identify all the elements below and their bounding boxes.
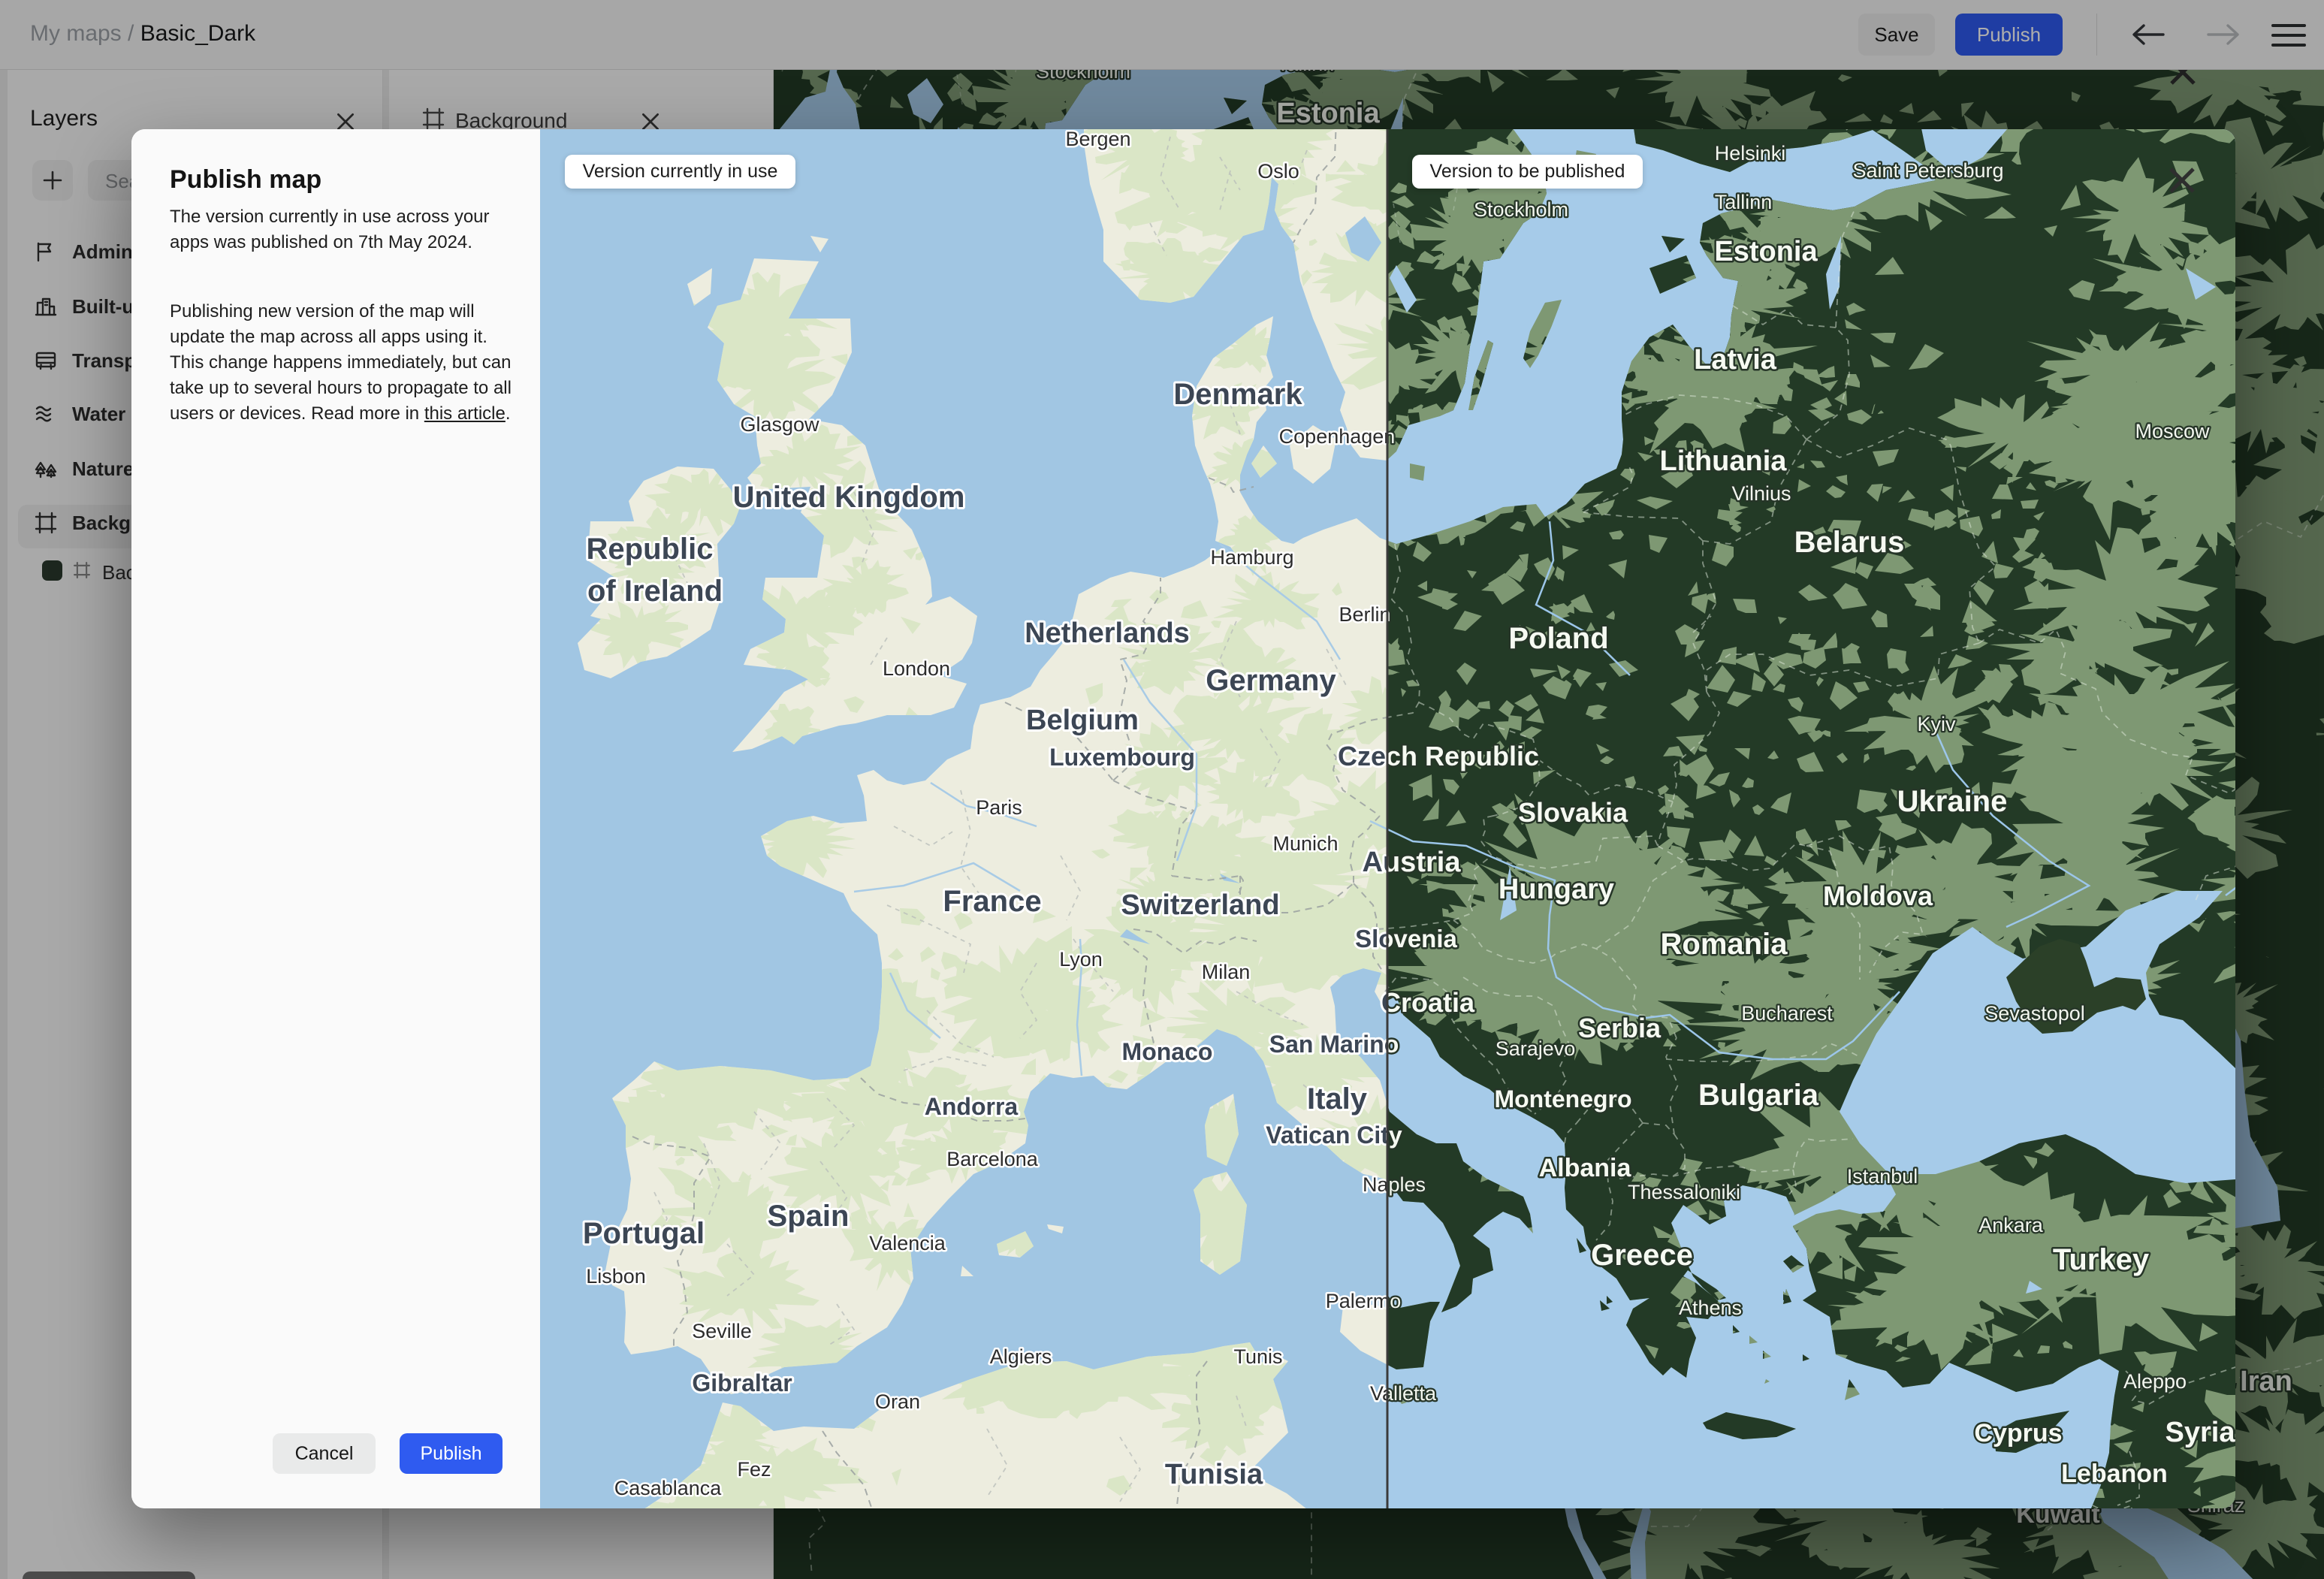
svg-text:Cyprus: Cyprus — [1974, 1419, 2062, 1448]
svg-text:Hamburg: Hamburg — [1210, 546, 1293, 569]
svg-text:Greece: Greece — [1591, 1239, 1693, 1272]
svg-text:Glasgow: Glasgow — [740, 413, 819, 436]
svg-text:Republic: Republic — [587, 533, 714, 566]
svg-text:Albania: Albania — [1539, 1154, 1632, 1182]
svg-text:Germany: Germany — [1206, 664, 1336, 697]
svg-text:Estonia: Estonia — [1714, 236, 1818, 267]
svg-text:Tunisia: Tunisia — [1165, 1459, 1263, 1490]
svg-text:Athens: Athens — [1679, 1297, 1742, 1319]
svg-text:Ankara: Ankara — [1978, 1214, 2044, 1236]
svg-text:United Kingdom: United Kingdom — [733, 481, 965, 514]
svg-text:Syria: Syria — [2166, 1417, 2235, 1448]
svg-text:Lithuania: Lithuania — [1660, 445, 1788, 477]
svg-text:Belarus: Belarus — [1794, 526, 1905, 559]
svg-text:Turkey: Turkey — [2053, 1243, 2150, 1276]
svg-text:Berlin: Berlin — [1339, 603, 1390, 626]
svg-text:Seville: Seville — [692, 1320, 752, 1342]
svg-text:Lisbon: Lisbon — [586, 1265, 646, 1288]
svg-text:Serbia: Serbia — [1578, 1013, 1662, 1043]
svg-text:Moldova: Moldova — [1823, 880, 1933, 911]
svg-text:Hungary: Hungary — [1499, 874, 1614, 905]
svg-text:Helsinki: Helsinki — [1715, 142, 1786, 165]
svg-text:Istanbul: Istanbul — [1847, 1165, 1918, 1188]
svg-text:Aleppo: Aleppo — [2123, 1370, 2187, 1393]
svg-text:Andorra: Andorra — [925, 1093, 1019, 1120]
svg-text:San Marino: San Marino — [1269, 1031, 1399, 1058]
svg-text:Barcelona: Barcelona — [946, 1148, 1039, 1170]
svg-text:Netherlands: Netherlands — [1025, 617, 1190, 649]
svg-text:Tallinn: Tallinn — [1715, 191, 1773, 213]
svg-text:Romania: Romania — [1661, 928, 1788, 961]
svg-text:Portugal: Portugal — [583, 1217, 705, 1250]
svg-text:Monaco: Monaco — [1122, 1038, 1213, 1065]
svg-text:Kyiv: Kyiv — [1917, 713, 1956, 735]
svg-text:Latvia: Latvia — [1694, 344, 1777, 376]
svg-text:Algiers: Algiers — [990, 1345, 1052, 1368]
svg-text:Thessaloniki: Thessaloniki — [1628, 1181, 1740, 1203]
svg-text:Sevastopol: Sevastopol — [1984, 1002, 2085, 1025]
svg-text:Copenhagen: Copenhagen — [1279, 425, 1396, 448]
svg-text:Vilnius: Vilnius — [1731, 482, 1791, 505]
svg-text:Fez: Fez — [737, 1458, 771, 1481]
svg-text:Oslo: Oslo — [1257, 160, 1299, 183]
svg-text:France: France — [943, 885, 1041, 918]
svg-text:Bulgaria: Bulgaria — [1698, 1079, 1819, 1112]
svg-text:Switzerland: Switzerland — [1121, 889, 1279, 921]
svg-text:Paris: Paris — [976, 796, 1022, 819]
svg-text:London: London — [883, 657, 950, 680]
svg-text:Munich: Munich — [1272, 832, 1338, 855]
svg-text:Bergen: Bergen — [1065, 129, 1130, 150]
svg-text:Croatia: Croatia — [1381, 987, 1475, 1018]
svg-text:Lebanon: Lebanon — [2061, 1460, 2168, 1488]
svg-text:Bucharest: Bucharest — [1741, 1002, 1833, 1025]
svg-text:Luxembourg: Luxembourg — [1049, 744, 1195, 771]
svg-text:Ukraine: Ukraine — [1897, 785, 2008, 818]
svg-text:Montenegro: Montenegro — [1494, 1085, 1631, 1113]
svg-text:Sarajevo: Sarajevo — [1496, 1037, 1576, 1060]
svg-text:Valencia: Valencia — [869, 1232, 946, 1254]
svg-text:Belgium: Belgium — [1026, 705, 1139, 736]
svg-text:Poland: Poland — [1508, 622, 1608, 655]
svg-text:Tunis: Tunis — [1233, 1345, 1282, 1368]
svg-text:Vatican City: Vatican City — [1266, 1122, 1402, 1149]
svg-text:Slovakia: Slovakia — [1518, 797, 1628, 828]
svg-text:Moscow: Moscow — [2135, 420, 2210, 442]
svg-text:Italy: Italy — [1307, 1082, 1368, 1116]
svg-text:Gibraltar: Gibraltar — [692, 1369, 792, 1396]
svg-text:Denmark: Denmark — [1173, 378, 1302, 411]
svg-text:Spain: Spain — [768, 1200, 850, 1233]
svg-text:Stockholm: Stockholm — [1474, 198, 1568, 221]
svg-text:Oran: Oran — [875, 1390, 920, 1413]
svg-text:Saint Petersburg: Saint Petersburg — [1852, 159, 2003, 182]
svg-text:Casablanca: Casablanca — [614, 1477, 723, 1499]
svg-text:Lyon: Lyon — [1059, 948, 1103, 971]
svg-text:of Ireland: of Ireland — [587, 575, 723, 608]
svg-text:Milan: Milan — [1202, 961, 1251, 983]
